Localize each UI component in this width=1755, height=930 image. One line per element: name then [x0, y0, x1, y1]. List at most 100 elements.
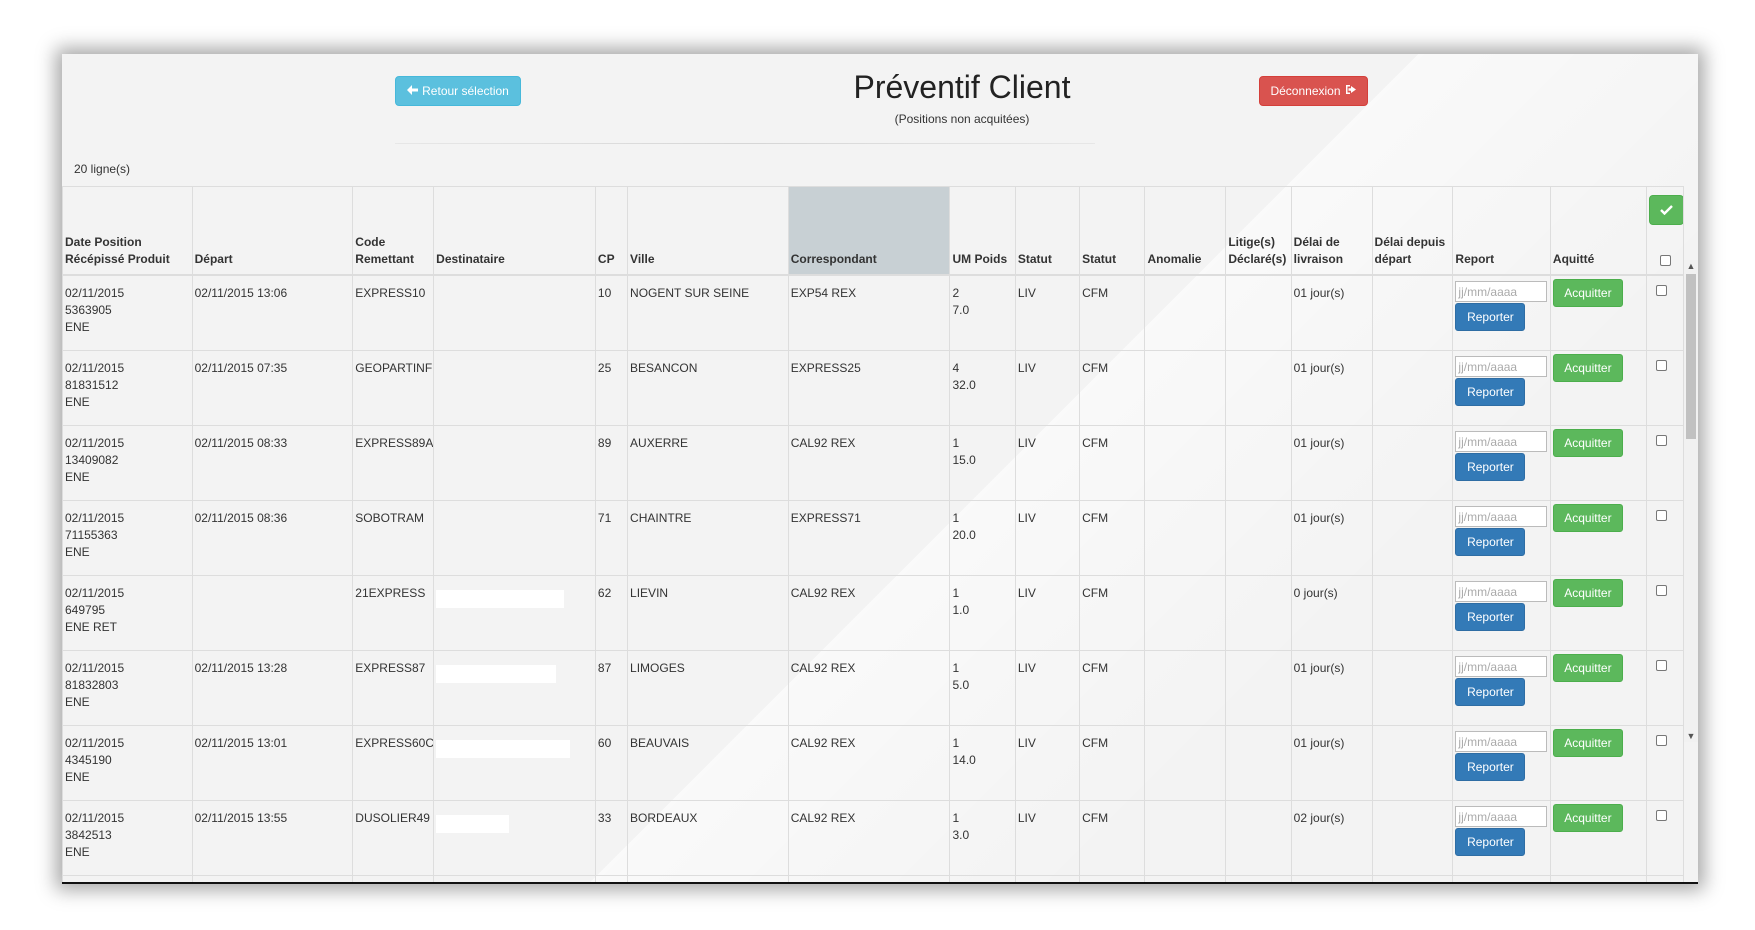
acquitter-button[interactable]: Acquitter	[1552, 429, 1623, 457]
row-select-checkbox[interactable]	[1656, 285, 1668, 296]
reporter-button[interactable]: Reporter	[1455, 678, 1526, 706]
table-row[interactable]: 02/11/2015 649795 ENE RET 21EXPRESS 62 LIEVIN…	[62, 575, 1684, 651]
cell-statut: LIV	[1014, 500, 1081, 576]
report-date-input[interactable]	[1455, 356, 1548, 377]
cell-anomalie	[1144, 500, 1227, 576]
column-header-aquitte[interactable]: Aquitté	[1549, 186, 1648, 276]
cell-statut-2: CFM	[1079, 800, 1146, 876]
row-select-checkbox[interactable]	[1656, 735, 1668, 746]
app-window: Retour sélection Préventif Client (Posit…	[62, 54, 1698, 884]
reporter-button[interactable]: Reporter	[1455, 303, 1526, 331]
row-select-checkbox[interactable]	[1656, 660, 1668, 671]
scroll-up-arrow-icon[interactable]: ▲	[1686, 260, 1696, 272]
sign-out-icon	[1345, 84, 1357, 98]
cell-select	[1646, 650, 1684, 726]
acquitter-button[interactable]: Acquitter	[1552, 654, 1623, 682]
cell-report: Reporter	[1452, 500, 1551, 576]
row-select-checkbox[interactable]	[1656, 810, 1668, 821]
reporter-button[interactable]: Reporter	[1455, 603, 1526, 631]
reporter-button[interactable]: Reporter	[1455, 528, 1526, 556]
acquitter-button[interactable]: Acquitter	[1552, 804, 1623, 832]
column-header-anomalie[interactable]: Anomalie	[1144, 186, 1227, 276]
report-date-input[interactable]	[1455, 806, 1548, 827]
cell-destinataire	[433, 274, 596, 351]
table-row[interactable]: 02/11/2015 5363905 ENE 02/11/2015 13:06 EXPR…	[62, 274, 1684, 351]
select-all-checkbox[interactable]	[1659, 255, 1671, 266]
column-header-statut-2[interactable]: Statut	[1079, 186, 1146, 276]
report-date-input[interactable]	[1455, 281, 1548, 302]
cell-delai-livraison: 01 jour(s)	[1290, 500, 1373, 576]
table-row[interactable]: 02/11/2015 81831512 ENE 02/11/2015 07:35 GEO…	[62, 350, 1684, 426]
column-header-ville[interactable]: Ville	[627, 186, 789, 276]
redacted-block	[436, 815, 510, 833]
row-select-checkbox[interactable]	[1656, 435, 1668, 446]
acquitter-button[interactable]: Acquitter	[1552, 354, 1623, 382]
cell-anomalie	[1144, 650, 1227, 726]
cell-delai-depart	[1371, 800, 1454, 876]
scroll-down-arrow-icon[interactable]: ▼	[1686, 730, 1696, 742]
reporter-button[interactable]: Reporter	[1455, 378, 1526, 406]
report-date-input[interactable]	[1455, 656, 1548, 677]
report-date-input[interactable]	[1455, 431, 1548, 452]
cell-cp: 71	[594, 500, 629, 576]
column-header-litiges[interactable]: Litige(s) Déclaré(s)	[1225, 186, 1292, 276]
report-date-input[interactable]	[1455, 581, 1548, 602]
table-row[interactable]: 02/11/2015 71155363 ENE 02/11/2015 08:36 SOB…	[62, 500, 1684, 576]
column-header-um-poids[interactable]: UM Poids	[949, 186, 1016, 276]
report-date-input[interactable]	[1455, 731, 1548, 752]
column-header-date[interactable]: Date Position Récépissé Produit	[62, 186, 193, 276]
position-date: 02/11/2015	[65, 661, 125, 675]
table-row[interactable]: 02/11/2015 3842513 ENE 02/11/2015 13:55 DUSO…	[62, 800, 1684, 876]
row-select-checkbox[interactable]	[1656, 585, 1668, 596]
cell-statut-2: CFM	[1079, 725, 1146, 801]
table-row[interactable]: 02/11/2015 13409082 ENE 02/11/2015 08:33 EXP…	[62, 425, 1684, 501]
acquitter-button[interactable]: Acquitter	[1552, 579, 1623, 607]
cell-date-recepisse-produit: 02/11/2015 81831512 ENE	[62, 350, 193, 426]
column-header-correspondant[interactable]: Correspondant	[787, 186, 951, 276]
cell-delai-depart	[1371, 274, 1454, 351]
column-header-cp[interactable]: CP	[594, 186, 629, 276]
cell-statut-2: CFM	[1079, 350, 1146, 426]
reporter-button[interactable]: Reporter	[1455, 828, 1526, 856]
acquitter-button[interactable]: Acquitter	[1552, 279, 1623, 307]
cell-select	[1646, 725, 1684, 801]
um-value: 4	[952, 361, 960, 375]
poids-value: 14.0	[952, 753, 976, 767]
cell-select	[1646, 575, 1684, 651]
product-code: ENE	[65, 770, 90, 784]
column-header-code-remettant[interactable]: Code Remettant	[352, 186, 435, 276]
cell-statut: LIV	[1014, 725, 1081, 801]
cell-report: Reporter	[1452, 350, 1551, 426]
cell-ville: BEAUVAIS	[627, 725, 789, 801]
cell-statut: LIV	[1014, 274, 1081, 351]
column-header-delai-depart[interactable]: Délai depuis départ	[1371, 186, 1454, 276]
cell-correspondant: CAL92 REX	[787, 725, 951, 801]
column-header-delai-livraison[interactable]: Délai de livraison	[1290, 186, 1373, 276]
column-header-report[interactable]: Report	[1452, 186, 1551, 276]
column-header-depart[interactable]: Départ	[191, 186, 354, 276]
table-scrollbar[interactable]: ▲ ▼	[1684, 260, 1698, 742]
column-header-destinataire[interactable]: Destinataire	[433, 186, 596, 276]
cell-delai-depart	[1371, 650, 1454, 726]
position-date: 02/11/2015	[65, 286, 125, 300]
report-date-input[interactable]	[1455, 506, 1548, 527]
row-select-checkbox[interactable]	[1656, 360, 1668, 371]
poids-value: 5.0	[952, 678, 970, 692]
reporter-button[interactable]: Reporter	[1455, 453, 1526, 481]
column-header-statut[interactable]: Statut	[1014, 186, 1081, 276]
poids-value: 1.0	[952, 603, 970, 617]
table-row[interactable]: 02/11/2015 81832803 ENE 02/11/2015 13:28 EXP…	[62, 650, 1684, 726]
table-row[interactable]: 02/11/2015 4345190 ENE 02/11/2015 13:01 EXPR…	[62, 725, 1684, 801]
cell-select	[1646, 274, 1684, 351]
acquitter-button[interactable]: Acquitter	[1552, 729, 1623, 757]
cell-cp: 89	[594, 425, 629, 501]
cell-litiges	[1225, 575, 1292, 651]
back-to-selection-button[interactable]: Retour sélection	[395, 76, 521, 106]
acquitter-button[interactable]: Acquitter	[1552, 504, 1623, 532]
logout-button[interactable]: Déconnexion	[1259, 76, 1368, 106]
cell-aquitte: Acquitter	[1549, 350, 1648, 426]
cell-depart: 02/11/2015 13:55	[191, 800, 354, 876]
reporter-button[interactable]: Reporter	[1455, 753, 1526, 781]
row-select-checkbox[interactable]	[1656, 510, 1668, 521]
scrollbar-thumb[interactable]	[1686, 274, 1696, 439]
